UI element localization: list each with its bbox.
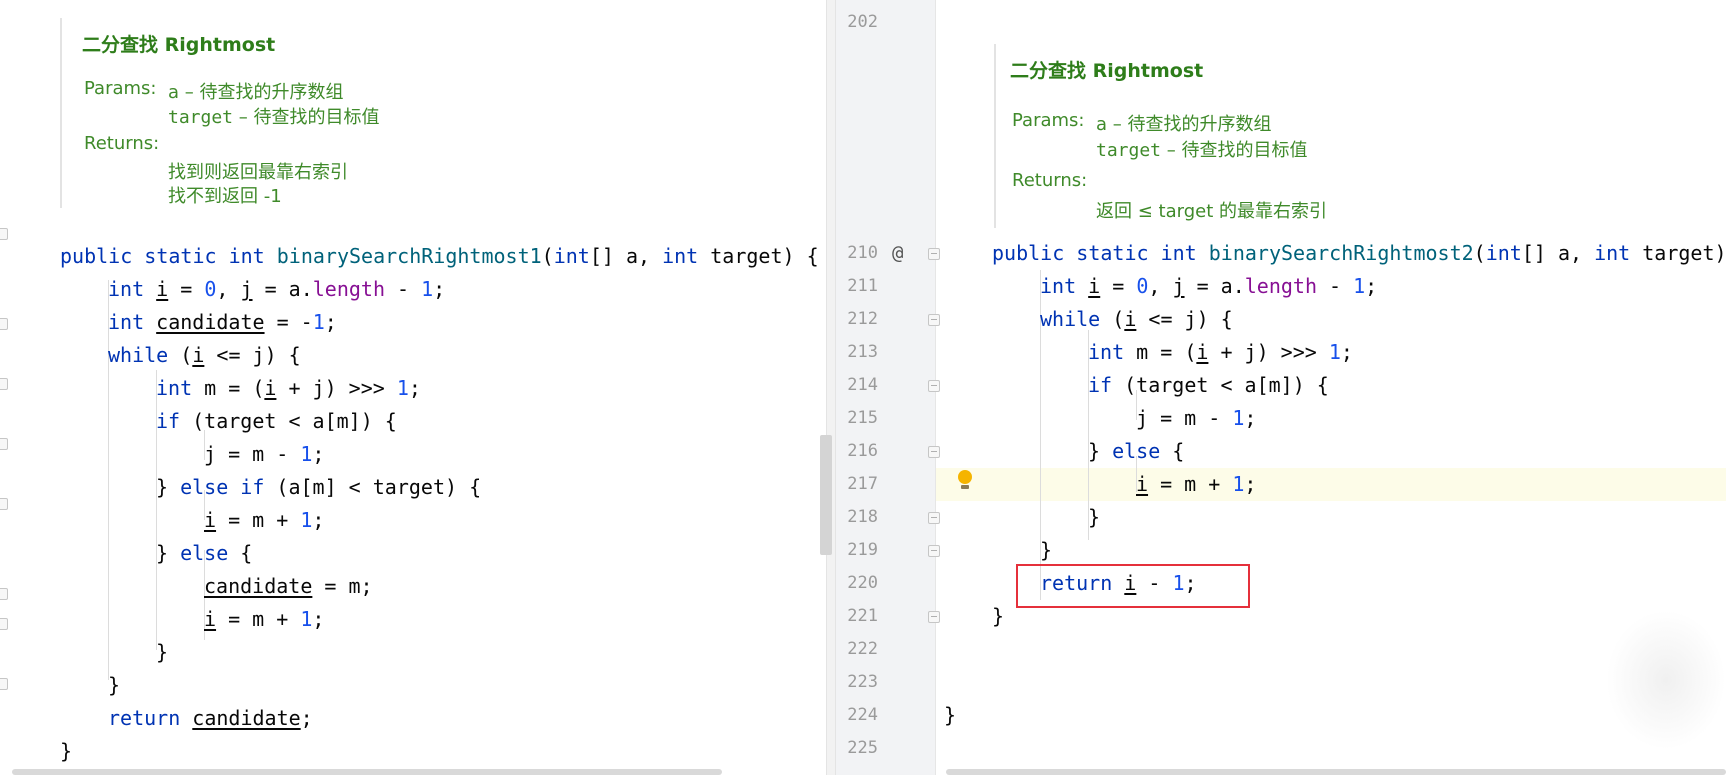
- code-line[interactable]: }: [992, 600, 1004, 633]
- code-line[interactable]: return candidate;: [108, 702, 313, 735]
- code-line[interactable]: }: [1088, 501, 1100, 534]
- doc-returns-label: Returns:: [1012, 170, 1088, 191]
- doc-params-label: Params:: [1012, 110, 1085, 131]
- split-divider[interactable]: [826, 0, 836, 775]
- doc-title: 二分查找 Rightmost: [1010, 60, 1204, 82]
- code-line[interactable]: }: [108, 669, 120, 702]
- code-line[interactable]: while (i <= j) {: [1040, 303, 1233, 336]
- line-number: 221: [847, 606, 878, 626]
- code-line[interactable]: }: [944, 699, 956, 732]
- line-number: 220: [847, 573, 878, 593]
- javadoc-block: 二分查找 Rightmost Params: a – 待查找的升序数组 targ…: [994, 44, 1696, 228]
- code-line[interactable]: public static int binarySearchRightmost2…: [992, 237, 1726, 270]
- doc-returns-line: 找不到返回 -1: [168, 186, 282, 207]
- code-line[interactable]: } else {: [1088, 435, 1184, 468]
- code-line[interactable]: }: [1040, 534, 1052, 567]
- doc-param-target: target – 待查找的目标值: [1096, 140, 1308, 161]
- override-marker-icon[interactable]: @: [892, 237, 903, 270]
- code-line[interactable]: int i = 0, j = a.length - 1;: [1040, 270, 1377, 303]
- doc-param-a: a – 待查找的升序数组: [1096, 114, 1272, 135]
- code-line[interactable]: if (target < a[m]) {: [156, 405, 397, 438]
- code-block[interactable]: public static int binarySearchRightmost2…: [836, 0, 1726, 727]
- right-editor-pane[interactable]: 202 210 211 212 213 214 215 216 217 218 …: [836, 0, 1726, 775]
- code-line[interactable]: j = m - 1;: [204, 438, 324, 471]
- doc-param-target: target – 待查找的目标值: [168, 107, 380, 128]
- code-line[interactable]: i = m + 1;: [1136, 468, 1256, 501]
- fold-icon[interactable]: [928, 512, 940, 524]
- corner-watermark: [1606, 610, 1726, 750]
- doc-title: 二分查找 Rightmost: [82, 34, 276, 56]
- line-number: 222: [847, 639, 878, 659]
- left-editor-pane[interactable]: 二分查找 Rightmost Params: a – 待查找的升序数组 targ…: [0, 0, 826, 775]
- doc-returns-line: 找到则返回最靠右索引: [168, 162, 348, 183]
- code-line[interactable]: if (target < a[m]) {: [1088, 369, 1329, 402]
- code-line[interactable]: int m = (i + j) >>> 1;: [1088, 336, 1353, 369]
- doc-param-a: a – 待查找的升序数组: [168, 82, 344, 103]
- fold-icon[interactable]: [928, 545, 940, 557]
- code-block[interactable]: public static int binarySearchRightmost1…: [0, 0, 819, 763]
- code-line[interactable]: int m = (i + j) >>> 1;: [156, 372, 421, 405]
- scrollbar-thumb[interactable]: [820, 435, 832, 555]
- code-line[interactable]: } else if (a[m] < target) {: [156, 471, 481, 504]
- lightbulb-icon[interactable]: [958, 470, 972, 489]
- line-number: 223: [847, 672, 878, 692]
- code-line[interactable]: } else {: [156, 537, 252, 570]
- code-line[interactable]: candidate = m;: [204, 570, 373, 603]
- code-line[interactable]: int i = 0, j = a.length - 1;: [108, 273, 445, 306]
- doc-params-label: Params:: [84, 78, 157, 99]
- code-line[interactable]: while (i <= j) {: [108, 339, 301, 372]
- horizontal-scrollbar[interactable]: [946, 769, 1726, 775]
- line-number: 224: [847, 705, 878, 725]
- line-number: 219: [847, 540, 878, 560]
- code-line[interactable]: int candidate = -1;: [108, 306, 337, 339]
- current-line-highlight: [936, 468, 1726, 501]
- fold-icon[interactable]: [928, 314, 940, 326]
- fold-icon[interactable]: [928, 248, 940, 260]
- code-line[interactable]: }: [156, 636, 168, 669]
- code-line[interactable]: public static int binarySearchRightmost1…: [60, 240, 819, 273]
- doc-returns-line: 返回 ≤ target 的最靠右索引: [1096, 201, 1327, 222]
- highlight-box: [1016, 564, 1250, 608]
- javadoc-block: 二分查找 Rightmost Params: a – 待查找的升序数组 targ…: [60, 18, 762, 208]
- fold-icon[interactable]: [928, 446, 940, 458]
- code-line[interactable]: i = m + 1;: [204, 504, 324, 537]
- horizontal-scrollbar[interactable]: [12, 769, 722, 775]
- code-line[interactable]: }: [60, 735, 72, 768]
- code-line[interactable]: j = m - 1;: [1136, 402, 1256, 435]
- code-line[interactable]: i = m + 1;: [204, 603, 324, 636]
- doc-returns-label: Returns:: [84, 133, 160, 154]
- fold-icon[interactable]: [928, 611, 940, 623]
- line-number: 218: [847, 507, 878, 527]
- line-number: 225: [847, 738, 878, 758]
- fold-icon[interactable]: [928, 380, 940, 392]
- fold-icon[interactable]: [0, 618, 8, 630]
- fold-icon[interactable]: [0, 678, 8, 690]
